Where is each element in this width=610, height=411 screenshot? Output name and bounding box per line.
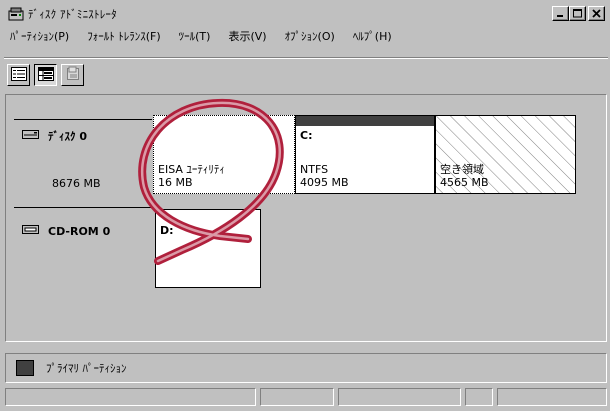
- hard-disk-icon: [22, 129, 40, 143]
- free-space-label: 空き領域: [440, 163, 484, 176]
- menu-help[interactable]: ﾍﾙﾌﾟ(H): [353, 28, 392, 44]
- partition-eisa-label: EISA ﾕｰﾃｨﾘﾃｨ: [158, 163, 225, 176]
- status-pane-5: [497, 388, 607, 406]
- cdrom0-name: CD-ROM 0: [48, 225, 111, 238]
- legend-label: ﾌﾟﾗｲﾏﾘ ﾊﾟｰﾃｨｼｮﾝ: [46, 362, 127, 375]
- disk-admin-app-icon: [8, 6, 24, 22]
- partition-eisa-size: 16 MB: [158, 176, 193, 189]
- status-pane-2: [260, 388, 334, 406]
- minimize-button[interactable]: [552, 6, 569, 21]
- legend-bar: ﾌﾟﾗｲﾏﾘ ﾊﾟｰﾃｨｼｮﾝ: [5, 353, 607, 383]
- disk0-label[interactable]: ﾃﾞｨｽｸ 0: [22, 128, 87, 144]
- partition-c-size: 4095 MB: [300, 176, 349, 189]
- menu-fault-tolerance[interactable]: ﾌｫｰﾙﾄ ﾄﾚﾗﾝｽ(F): [87, 28, 160, 44]
- window-title: ﾃﾞｨｽｸ ｱﾄﾞﾐﾆｽﾄﾚｰﾀ: [28, 7, 117, 21]
- menu-options[interactable]: ｵﾌﾟｼｮﾝ(O): [285, 28, 335, 44]
- disk-view-icon: [37, 66, 54, 84]
- list-view-icon: [10, 66, 27, 84]
- disk0-header-line: [14, 119, 152, 120]
- menu-view[interactable]: 表示(V): [228, 28, 266, 44]
- primary-partition-swatch: [16, 360, 34, 376]
- status-bar: [5, 386, 607, 408]
- status-pane-4: [465, 388, 493, 406]
- partition-c[interactable]: C: NTFS 4095 MB: [295, 115, 435, 194]
- status-pane-3: [338, 388, 461, 406]
- cdrom-icon: [22, 225, 40, 238]
- cdrom-header-line: [14, 207, 152, 208]
- disk-administrator-window: ﾃﾞｨｽｸ ｱﾄﾞﾐﾆｽﾄﾚｰﾀ ﾊﾟｰﾃｨｼｮﾝ(P) ﾌｫｰﾙﾄ ﾄﾚﾗﾝｽ…: [0, 0, 610, 411]
- volumes-view-button[interactable]: [7, 64, 30, 86]
- maximize-button[interactable]: [569, 6, 586, 21]
- primary-partition-bar: [296, 116, 434, 126]
- disk-map-area: ﾃﾞｨｽｸ 0 8676 MB EISA ﾕｰﾃｨﾘﾃｨ 16 MB C: NT…: [5, 94, 607, 342]
- title-bar[interactable]: ﾃﾞｨｽｸ ｱﾄﾞﾐﾆｽﾄﾚｰﾀ: [4, 4, 608, 23]
- toolbar: [7, 64, 84, 88]
- disk-configuration-view-button[interactable]: [34, 64, 57, 86]
- menu-partition[interactable]: ﾊﾟｰﾃｨｼｮﾝ(P): [10, 28, 69, 44]
- partition-free-space[interactable]: 空き領域 4565 MB: [435, 115, 576, 194]
- partition-d[interactable]: D:: [155, 209, 261, 288]
- partition-d-drive: D:: [160, 224, 174, 237]
- disk0-size: 8676 MB: [52, 177, 101, 190]
- status-pane-1: [5, 388, 256, 406]
- free-space-size: 4565 MB: [440, 176, 489, 189]
- partition-eisa[interactable]: EISA ﾕｰﾃｨﾘﾃｨ 16 MB: [153, 115, 295, 194]
- partition-c-fs: NTFS: [300, 163, 329, 176]
- properties-icon: [65, 66, 81, 84]
- toolbar-separator: [4, 57, 608, 59]
- menu-tools[interactable]: ﾂｰﾙ(T): [179, 28, 211, 44]
- properties-button[interactable]: [61, 64, 84, 86]
- menu-bar: ﾊﾟｰﾃｨｼｮﾝ(P) ﾌｫｰﾙﾄ ﾄﾚﾗﾝｽ(F) ﾂｰﾙ(T) 表示(V) …: [4, 25, 608, 46]
- cdrom0-label[interactable]: CD-ROM 0: [22, 225, 110, 238]
- partition-c-drive: C:: [300, 129, 313, 142]
- close-button[interactable]: [588, 6, 605, 21]
- disk0-name: ﾃﾞｨｽｸ 0: [48, 130, 87, 143]
